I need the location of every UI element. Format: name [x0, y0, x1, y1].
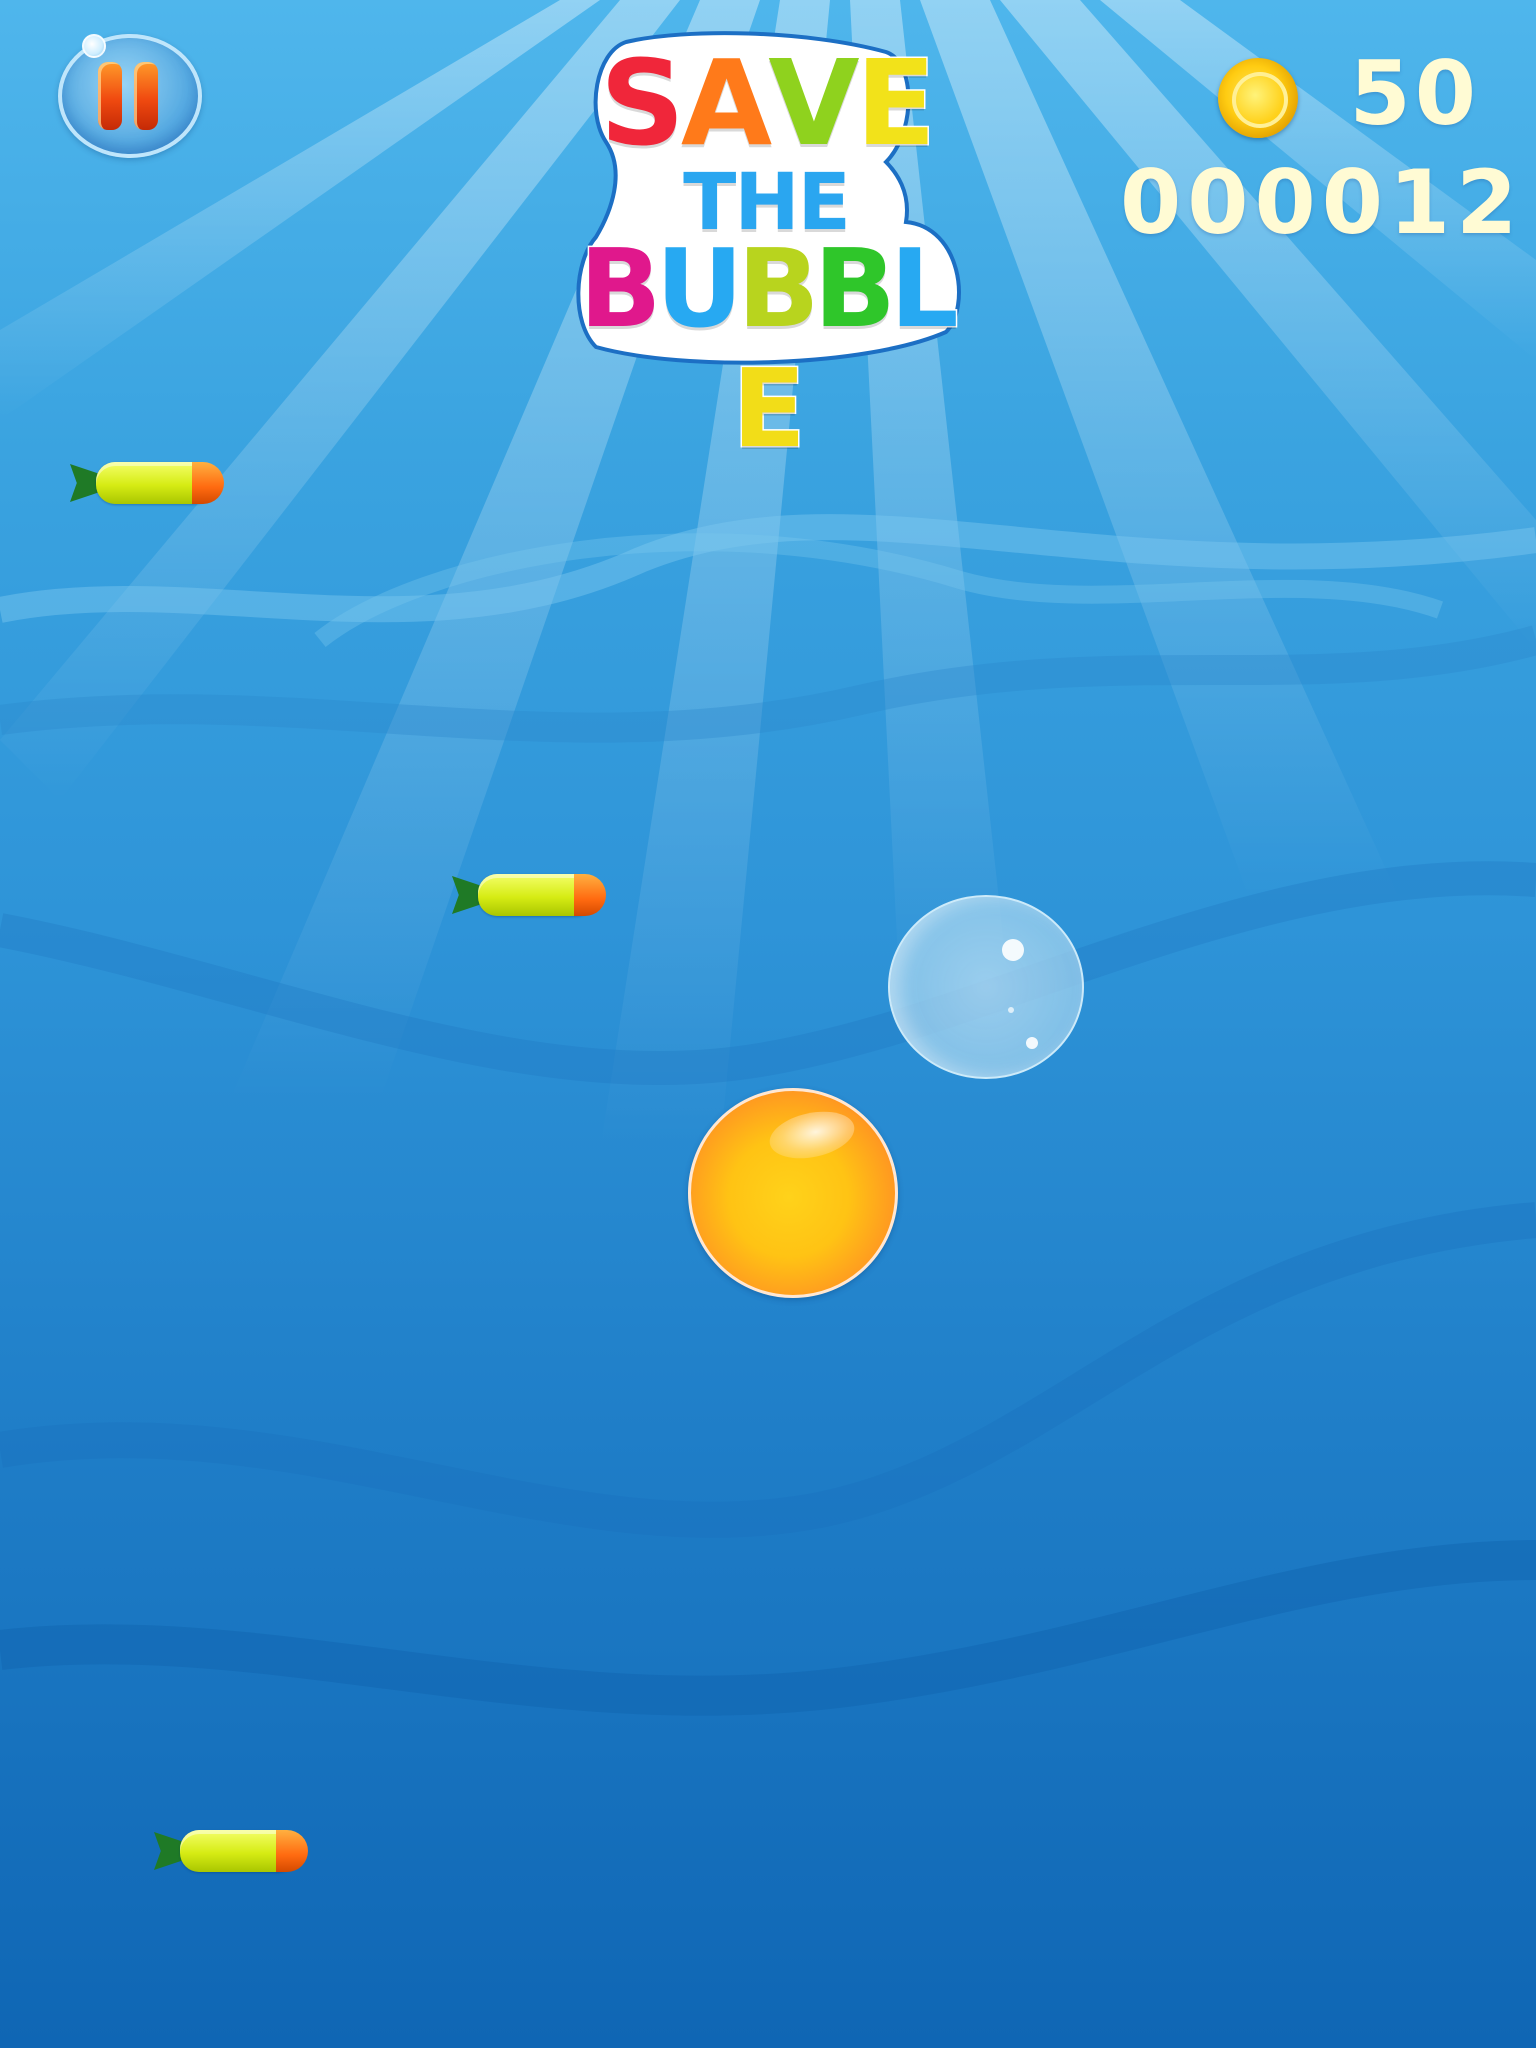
logo-letter: V: [767, 34, 861, 172]
torpedo-enemy: [154, 1828, 312, 1874]
pause-icon-bar-left: [98, 62, 122, 130]
logo-letter: L: [888, 227, 960, 352]
logo-letter: B: [736, 227, 821, 352]
pause-icon-bar-right: [134, 62, 158, 130]
game-logo: SAVE THE BUBBLE: [566, 22, 966, 471]
logo-letter: E: [731, 347, 808, 472]
bubble-sparkle-icon: [1008, 1007, 1014, 1013]
coin-icon: [1218, 58, 1298, 138]
bubble-glint-icon: [1002, 939, 1024, 961]
logo-line-save: SAVE: [566, 34, 966, 172]
torpedo-enemy: [452, 872, 610, 918]
game-stage[interactable]: SAVE THE BUBBLE 50 000012: [0, 0, 1536, 2048]
torpedo-nose: [574, 874, 606, 916]
score-counter: 000012: [1120, 151, 1524, 254]
pause-button[interactable]: [58, 34, 202, 158]
logo-letter: B: [578, 227, 663, 352]
orange-protector-ball[interactable]: [688, 1088, 898, 1298]
player-bubble[interactable]: [888, 895, 1084, 1079]
logo-letter: E: [854, 34, 938, 172]
torpedo-enemy: [70, 460, 228, 506]
torpedo-nose: [276, 1830, 308, 1872]
logo-letter: B: [812, 227, 897, 352]
logo-letter: U: [654, 227, 745, 352]
logo-line-bubble: BUBBLE: [566, 227, 966, 472]
bubble-glint-icon: [82, 34, 106, 58]
logo-letter: A: [679, 34, 773, 172]
coin-count: 50: [1349, 42, 1480, 145]
logo-letter: S: [598, 34, 686, 172]
torpedo-nose: [192, 462, 224, 504]
bubble-glint-icon: [1026, 1037, 1038, 1049]
